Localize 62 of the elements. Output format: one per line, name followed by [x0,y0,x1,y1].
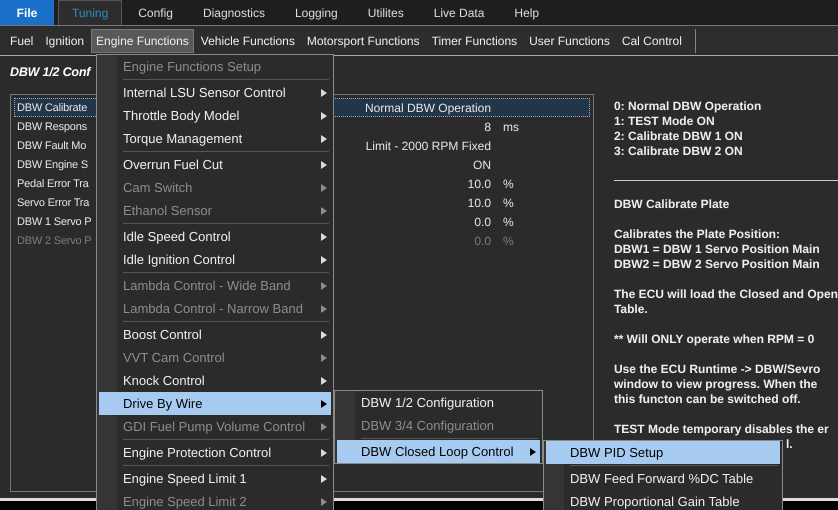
menu-item[interactable]: Internal LSU Sensor Control [97,81,333,104]
menu-item[interactable]: DBW Closed Loop Control [337,440,540,463]
help-text: 3: Calibrate DBW 2 ON [614,144,743,158]
toolbar-menu[interactable]: Motorsport Functions [302,28,425,52]
help-text: 0: Normal DBW Operation [614,99,762,113]
setting-name: DBW Fault Mo [17,140,86,152]
help-text: 2: Calibrate DBW 1 ON [614,129,743,143]
toolbar-menu[interactable]: Fuel [5,28,38,52]
menu-item[interactable]: Torque Management [97,127,333,150]
menu-tab[interactable]: Diagnostics [188,0,279,25]
toolbar-menu[interactable]: Cal Control [616,28,687,52]
toolbar-menu[interactable]: Vehicle Functions [196,28,300,52]
setting-unit: ms [502,120,520,134]
menu-item[interactable]: Boost Control [97,323,333,346]
menu-tab[interactable]: Config [124,0,187,25]
setting-name: DBW 2 Servo P [17,234,92,246]
help-text: The ECU will load the Closed and Open [614,287,838,301]
help-text: DBW2 = DBW 2 Servo Position Main [614,257,820,271]
menu-item[interactable]: Idle Ignition Control [97,248,333,271]
toolbar-menu[interactable]: Timer Functions [426,28,522,52]
toolbar-menu[interactable]: Ignition [40,28,90,52]
setting-unit: % [502,234,515,248]
help-text: Table. [614,302,648,316]
setting-unit: % [502,214,515,228]
menu-item[interactable]: Throttle Body Model [97,104,333,127]
menu-item[interactable]: DBW Feed Forward %DC Table [544,467,782,490]
help-text: 1: TEST Mode ON [614,114,715,128]
menu-item[interactable]: Engine Speed Limit 1 [97,467,333,490]
menu-tab[interactable]: Logging [280,0,352,25]
setting-unit: % [502,196,515,210]
menu-item[interactable]: Engine Protection Control [97,441,333,464]
menu-tab[interactable]: Help [500,0,554,25]
help-text: TEST Mode temporary disables the er [614,422,829,436]
setting-name: DBW 1 Servo P [17,216,92,228]
toolbar-menu[interactable]: User Functions [524,28,615,52]
help-text: Calibrates the Plate Position: [614,227,780,241]
toolbar-menu[interactable]: Engine Functions [91,28,194,52]
help-text: Use the ECU Runtime -> DBW/Sevro [614,362,820,376]
help-text: window to view progress. When the [614,377,818,391]
menu-tab[interactable]: Tuning [58,0,122,25]
menu-item[interactable]: DBW PID Setup [546,441,780,464]
help-text: l. [786,437,793,451]
menu-item[interactable]: DBW Proportional Gain Table [544,490,782,510]
help-text: DBW1 = DBW 1 Servo Position Main [614,242,820,256]
page-title: DBW 1/2 Conf [10,65,90,80]
menu-tab[interactable]: Utilites [354,0,418,25]
setting-name: DBW Respons [17,120,87,132]
setting-unit: % [502,176,515,190]
menu-item[interactable]: Idle Speed Control [97,225,333,248]
file-menu-button[interactable]: File [0,0,54,25]
setting-name: Pedal Error Tra [17,178,89,190]
menu-item[interactable]: Knock Control [97,369,333,392]
setting-name: Servo Error Tra [17,196,90,208]
setting-name: DBW Calibrate [17,102,88,114]
menu-item[interactable]: Overrun Fuel Cut [97,153,333,176]
help-text: DBW Calibrate Plate [614,197,730,211]
help-text: ** Will ONLY operate when RPM = 0 [614,332,814,346]
setting-name: DBW Engine S [17,158,88,170]
menu-item[interactable]: Drive By Wire [99,392,331,415]
menu-tab[interactable]: Live Data [420,0,498,25]
help-text: this functon can be switched off. [614,392,801,406]
menu-item[interactable]: DBW 1/2 Configuration [335,391,542,414]
